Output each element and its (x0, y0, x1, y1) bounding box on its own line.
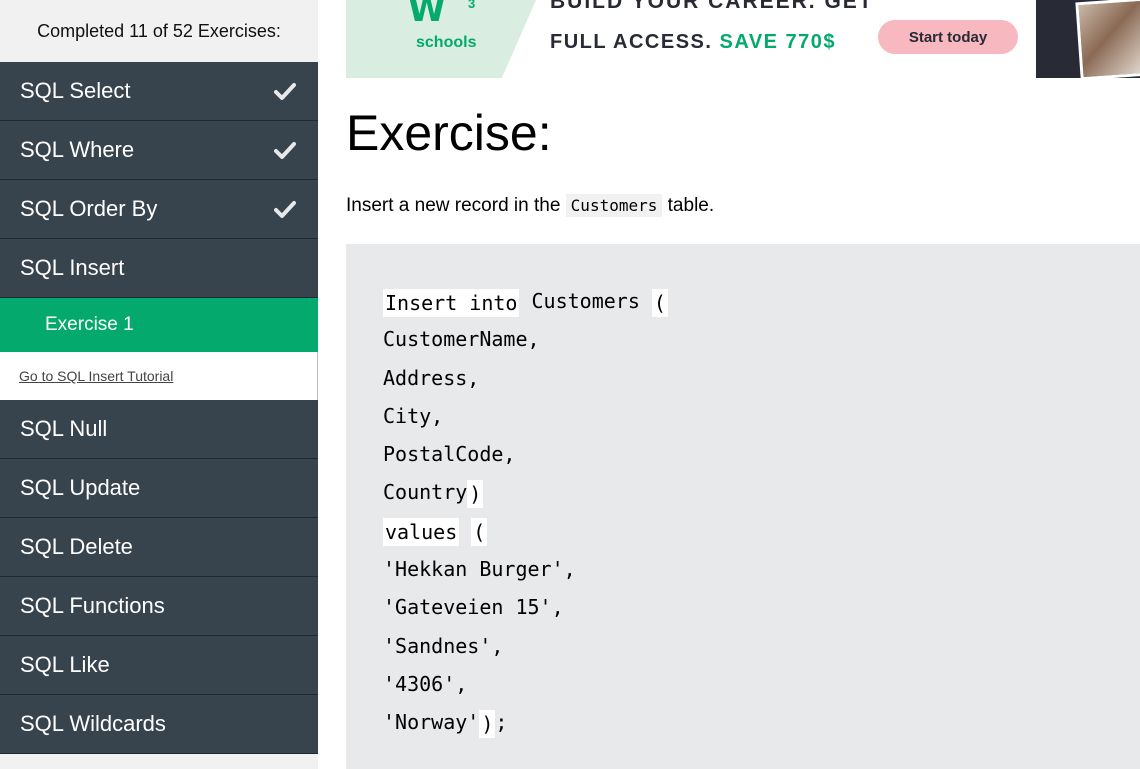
ad-save-text: SAVE 770$ (719, 31, 837, 53)
sidebar-item-sql-null[interactable]: SQL Null (0, 400, 318, 459)
sidebar-item-label: SQL Null (20, 416, 108, 441)
sidebar-item-sql-where[interactable]: SQL Where (0, 121, 318, 180)
sidebar-item-sql-wildcards[interactable]: SQL Wildcards (0, 695, 318, 754)
sidebar-item-label: SQL Order By (20, 196, 158, 221)
code-line: City, (383, 403, 444, 428)
code-line: Address, (383, 365, 480, 390)
sidebar-subitem-exercise-1[interactable]: Exercise 1 (0, 298, 318, 352)
code-line: CustomerName, (383, 327, 540, 352)
page-title: Exercise: (346, 105, 552, 161)
code-text: Customers (519, 289, 652, 313)
code-line: values ( (383, 512, 668, 550)
ad-headline-text: FULL ACCESS. (550, 31, 713, 53)
answer-blank[interactable]: ) (467, 479, 484, 508)
code-text: 'Norway' (383, 710, 480, 735)
sidebar-item-sql-insert[interactable]: SQL Insert (0, 239, 318, 298)
code-line: 'Sandnes', (383, 633, 504, 658)
sidebar-item-sql-like[interactable]: SQL Like (0, 636, 318, 695)
checkmark-icon (274, 83, 296, 100)
instruction-text: table. (662, 195, 715, 216)
logo-superscript: 3 (468, 0, 476, 11)
ad-photo (1075, 0, 1140, 78)
answer-blank[interactable]: ( (471, 518, 488, 547)
code-line: 'Norway'); (383, 703, 668, 741)
w3schools-logo-icon: W (408, 0, 446, 30)
sidebar-item-sql-delete[interactable]: SQL Delete (0, 518, 318, 577)
sidebar-item-label: SQL Insert (20, 255, 125, 280)
sidebar-item-label: SQL Where (20, 137, 135, 162)
sidebar-item-label: SQL Functions (20, 593, 165, 618)
sidebar-item-label: SQL Delete (20, 534, 133, 559)
sidebar-item-sql-update[interactable]: SQL Update (0, 459, 318, 518)
sidebar-item-sql-order-by[interactable]: SQL Order By (0, 180, 318, 239)
checkmark-icon (274, 142, 296, 159)
tutorial-link[interactable]: Go to SQL Insert Tutorial (0, 352, 318, 400)
code-line: 'Gateveien 15', (383, 595, 564, 620)
sidebar-item-label: SQL Like (20, 652, 110, 677)
instruction-text: Insert a new record in the (346, 195, 566, 216)
table-name-code: Customers (565, 194, 663, 217)
code-line: '4306', (383, 671, 468, 696)
answer-blank[interactable]: values (383, 518, 460, 547)
code-line: 'Hekkan Burger', (383, 557, 576, 582)
answer-blank[interactable]: ( (651, 288, 668, 317)
code-line: PostalCode, (383, 442, 516, 467)
code-line: Insert into Customers ( (383, 282, 668, 320)
checkmark-icon (274, 201, 296, 218)
sidebar-item-label: SQL Wildcards (20, 711, 166, 736)
sidebar-item-sql-select[interactable]: SQL Select (0, 62, 318, 121)
code-line: Country) (383, 473, 668, 511)
start-today-button[interactable]: Start today (878, 20, 1018, 54)
answer-blank[interactable]: ) (479, 709, 496, 738)
exercise-instructions: Insert a new record in the Customers tab… (346, 194, 715, 217)
ad-headline-line1: BUILD YOUR CAREER. GET (550, 0, 874, 13)
code-text: Country (383, 480, 468, 505)
exercise-code-box: Insert into Customers ( CustomerName, Ad… (346, 244, 1140, 769)
logo-text: schools (416, 34, 477, 51)
progress-text: Completed 11 of 52 Exercises: (37, 20, 281, 41)
ad-headline-line2: FULL ACCESS. SAVE 770$ (550, 31, 836, 54)
answer-blank[interactable]: Insert into (383, 288, 520, 317)
ad-banner[interactable]: W 3 schools BUILD YOUR CAREER. GET FULL … (346, 0, 1140, 78)
exercise-sidebar: Completed 11 of 52 Exercises: SQL Select… (0, 0, 318, 769)
sidebar-item-label: SQL Select (20, 78, 131, 103)
code-text: ; (495, 710, 508, 735)
sidebar-item-sql-functions[interactable]: SQL Functions (0, 577, 318, 636)
sidebar-item-label: SQL Update (20, 475, 141, 500)
